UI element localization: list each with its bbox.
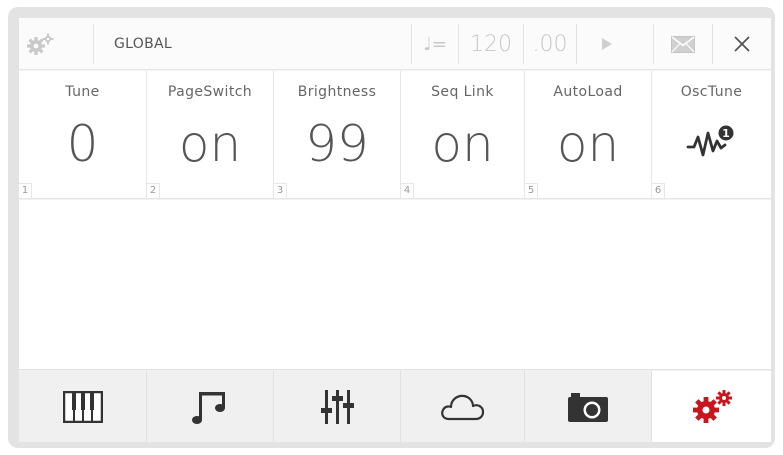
badge-count: 1 bbox=[722, 127, 730, 140]
settings-gear-button[interactable] bbox=[19, 18, 61, 70]
tempo-value: 120 bbox=[470, 31, 512, 57]
param-value: on bbox=[431, 115, 494, 173]
param-brightness[interactable]: Brightness 99 3 bbox=[274, 71, 401, 199]
top-bar: GLOBAL ♩= 120 .00 bbox=[19, 18, 771, 70]
param-index: 2 bbox=[147, 183, 160, 198]
envelope-icon bbox=[671, 35, 695, 53]
cloud-icon bbox=[440, 394, 484, 420]
param-index: 4 bbox=[401, 183, 414, 198]
page-title-text: GLOBAL bbox=[114, 36, 172, 52]
param-value: 99 bbox=[305, 115, 369, 173]
nav-sequencer[interactable] bbox=[147, 371, 274, 442]
message-button[interactable] bbox=[654, 18, 712, 70]
play-button[interactable] bbox=[577, 18, 636, 70]
param-index: 5 bbox=[525, 183, 538, 198]
quarter-note-icon: ♩= bbox=[423, 33, 447, 55]
camera-icon bbox=[568, 392, 608, 422]
param-index: 6 bbox=[652, 183, 665, 198]
tempo-fraction-field[interactable]: .00 bbox=[524, 18, 576, 70]
param-tune[interactable]: Tune 0 1 bbox=[19, 71, 147, 199]
piano-keys-icon bbox=[62, 390, 103, 423]
param-label: Seq Link bbox=[431, 84, 494, 100]
param-label: PageSwitch bbox=[167, 84, 253, 100]
play-icon bbox=[601, 38, 612, 50]
bottom-nav bbox=[19, 371, 771, 442]
gears-icon bbox=[27, 33, 54, 55]
param-osctune[interactable]: OscTune 1 6 bbox=[652, 71, 771, 199]
page-title: GLOBAL bbox=[114, 18, 194, 70]
music-notes-icon bbox=[192, 391, 225, 424]
param-value: 0 bbox=[66, 115, 99, 173]
tempo-fraction: .00 bbox=[532, 31, 568, 57]
wave-badge-icon: 1 bbox=[652, 121, 771, 161]
param-pageswitch[interactable]: PageSwitch on 2 bbox=[147, 71, 274, 199]
nav-cloud[interactable] bbox=[401, 371, 525, 442]
gears-icon bbox=[692, 389, 732, 423]
tempo-symbol: ♩= bbox=[412, 18, 458, 70]
param-label: AutoLoad bbox=[553, 84, 623, 100]
param-index: 1 bbox=[19, 183, 32, 198]
close-icon bbox=[734, 36, 750, 52]
param-label: Brightness bbox=[297, 84, 377, 100]
nav-camera[interactable] bbox=[525, 371, 652, 442]
param-label: OscTune bbox=[680, 84, 743, 100]
screen: GLOBAL ♩= 120 .00 Tune 0 1 PageSwitch on… bbox=[19, 18, 771, 442]
close-button[interactable] bbox=[713, 18, 771, 70]
mixer-sliders-icon bbox=[321, 389, 354, 424]
tempo-value-field[interactable]: 120 bbox=[459, 18, 523, 70]
param-index: 3 bbox=[274, 183, 287, 198]
param-value: on bbox=[556, 115, 620, 173]
device-frame: GLOBAL ♩= 120 .00 Tune 0 1 PageSwitch on… bbox=[8, 7, 775, 448]
parameter-row: Tune 0 1 PageSwitch on 2 Brightness 99 3… bbox=[19, 71, 771, 199]
param-seq-link[interactable]: Seq Link on 4 bbox=[401, 71, 525, 199]
nav-mixer[interactable] bbox=[274, 371, 401, 442]
param-label: Tune bbox=[65, 84, 100, 100]
param-autoload[interactable]: AutoLoad on 5 bbox=[525, 71, 652, 199]
divider bbox=[93, 24, 94, 64]
nav-keyboard[interactable] bbox=[19, 371, 147, 442]
nav-settings[interactable] bbox=[652, 371, 771, 442]
param-value: on bbox=[178, 115, 242, 173]
content-area bbox=[19, 200, 771, 370]
